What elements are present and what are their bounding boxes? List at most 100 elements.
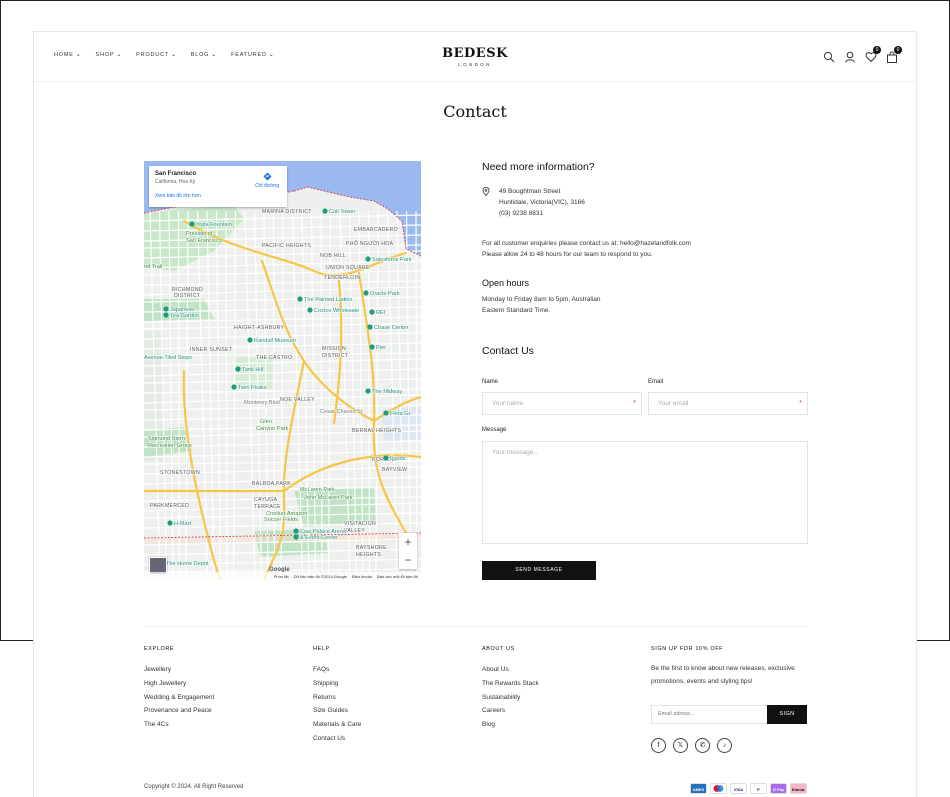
map-pin-icon[interactable] xyxy=(163,306,169,312)
map-poi-label[interactable]: Flora Gr xyxy=(390,411,412,418)
footer-link[interactable]: Shipping xyxy=(313,677,361,691)
map-pin-icon[interactable] xyxy=(247,337,253,343)
map-poi-label[interactable]: Avenue Tiled Steps xyxy=(144,355,193,362)
map-report-link[interactable]: Báo cáo một lỗi bản đồ xyxy=(377,574,418,579)
newsletter-sign-button[interactable]: SIGN xyxy=(767,705,807,724)
nav-product[interactable]: PRODUCT ⌄ xyxy=(136,52,177,58)
chevron-down-icon: ⌄ xyxy=(211,52,218,58)
footer-link[interactable]: Contact Us xyxy=(313,732,361,746)
footer-link[interactable]: Returns xyxy=(313,691,361,705)
footer-link[interactable]: About Us xyxy=(482,663,539,677)
window-edge xyxy=(0,0,950,1)
map-poi-label[interactable]: Salesforce Park xyxy=(372,257,413,264)
map-pin-icon[interactable] xyxy=(235,366,241,372)
map-poi-label[interactable]: The Home Depot xyxy=(166,561,210,568)
map-poi-label[interactable]: REI xyxy=(376,310,387,317)
map-poi-label[interactable]: Yoda Fountain xyxy=(196,222,233,229)
map-pin-icon[interactable] xyxy=(365,256,371,262)
zoom-out-button[interactable]: − xyxy=(399,551,417,569)
map-pin-icon[interactable] xyxy=(369,344,375,350)
tiktok-icon[interactable]: ♪ xyxy=(717,738,732,753)
map-pin-icon[interactable] xyxy=(297,296,303,302)
map-area-label: Presidio of xyxy=(186,231,213,237)
email-field[interactable]: Your email * xyxy=(648,392,808,415)
user-icon[interactable] xyxy=(844,50,856,63)
map-poi-label[interactable]: Randall Museum xyxy=(254,338,297,345)
footer-link[interactable]: The 4Cs xyxy=(144,718,214,732)
message-field[interactable]: Your message... xyxy=(482,441,808,544)
map-pin-icon[interactable] xyxy=(322,208,328,214)
map-pin-icon[interactable] xyxy=(367,324,373,330)
map-pin-icon[interactable] xyxy=(369,309,375,315)
footer-link[interactable]: Size Guides xyxy=(313,704,361,718)
footer-link[interactable]: Blog xyxy=(482,718,539,732)
map-pin-icon[interactable] xyxy=(231,384,237,390)
map-area-label: HAIGHT-ASHBURY xyxy=(234,325,284,331)
map-pin-icon[interactable] xyxy=(307,307,313,313)
wishlist-button[interactable]: 0 xyxy=(865,46,881,63)
map-area-label: VISITACION xyxy=(344,521,376,527)
whatsapp-icon[interactable]: ✆ xyxy=(695,738,710,753)
map-poi-label[interactable]: Tea Garden xyxy=(170,313,200,320)
map-area-label: MISSION xyxy=(322,346,346,352)
map-poi-label[interactable]: & Event Center xyxy=(300,535,339,542)
directions-link[interactable]: Chỉ đường xyxy=(255,172,279,189)
map-poi-label[interactable]: Coit Tower xyxy=(329,209,356,216)
nav-label: PRODUCT xyxy=(136,52,169,58)
footer-link[interactable]: Jewellery xyxy=(144,663,214,677)
footer-link[interactable]: Provenance and Peace xyxy=(144,704,214,718)
map-pin-icon[interactable] xyxy=(293,528,299,534)
map-shortcuts-link[interactable]: Phím tắt xyxy=(274,574,289,579)
nav-shop[interactable]: SHOP ⌄ xyxy=(96,52,123,58)
cart-button[interactable]: 0 xyxy=(886,46,902,63)
nav-featured[interactable]: FEATURED ⌄ xyxy=(231,52,274,58)
map-poi-label[interactable]: Twin Peaks xyxy=(238,385,268,392)
footer-link[interactable]: FAQs xyxy=(313,663,361,677)
map-area-label: Monterey Blvd xyxy=(244,400,280,406)
map-poi-label[interactable]: H-Mart xyxy=(174,521,192,528)
map-canvas[interactable]: Yoda Fountain Presidio ofSan Francisco MAR… xyxy=(144,161,421,580)
footer-heading: EXPLORE xyxy=(144,646,175,652)
send-message-button[interactable]: SEND MESSAGE xyxy=(482,561,596,580)
map-area-label: EMBARCADERO xyxy=(354,227,398,233)
footer-link[interactable]: Careers xyxy=(482,704,539,718)
map-poi-label[interactable]: The Painted Ladies xyxy=(304,297,353,304)
footer-link[interactable]: Wedding & Engagement xyxy=(144,691,214,705)
bigger-map-link[interactable]: Xem bản đồ lớn hơn xyxy=(155,193,281,199)
map-pin-icon[interactable] xyxy=(293,534,299,540)
map-pin-icon[interactable] xyxy=(383,455,389,461)
map-poi-label[interactable]: Pier xyxy=(376,345,387,352)
brand-logo[interactable]: BEDESK LONDON xyxy=(442,46,508,67)
map-poi-label[interactable]: Oracle Park xyxy=(370,291,401,298)
map-pin-icon[interactable] xyxy=(363,290,369,296)
embedded-map[interactable]: Yoda Fountain Presidio of San Francisco MAR… xyxy=(144,161,421,580)
map-poi-label[interactable]: Costco Wholesale xyxy=(314,308,360,315)
map-poi-label[interactable]: Foods xyxy=(390,456,407,463)
footer-link[interactable]: Sustainability xyxy=(482,691,539,705)
name-field[interactable]: Your name * xyxy=(482,392,642,415)
zoom-in-button[interactable]: + xyxy=(399,533,417,551)
map-pin-icon[interactable] xyxy=(163,312,169,318)
brand-name: BEDESK xyxy=(442,46,508,61)
map-poi-label[interactable]: Tank Hill xyxy=(242,367,264,374)
newsletter-email-input[interactable]: Email adress... xyxy=(658,706,694,723)
nav-home[interactable]: HOME ⌄ xyxy=(54,52,82,58)
footer-link[interactable]: Materials & Care xyxy=(313,718,361,732)
x-icon[interactable]: 𝕏 xyxy=(673,738,688,753)
search-icon[interactable] xyxy=(823,50,835,63)
map-terms-link[interactable]: Điều khoản xyxy=(352,574,372,579)
map-pin-icon[interactable] xyxy=(167,520,173,526)
name-label: Name xyxy=(482,379,499,385)
map-pin-icon[interactable] xyxy=(383,410,389,416)
map-poi-label[interactable]: The Midway xyxy=(372,389,403,396)
footer-link[interactable]: The Rewards Stack xyxy=(482,677,539,691)
footer-link[interactable]: High Jewellery xyxy=(144,677,214,691)
map-pin-icon[interactable] xyxy=(365,388,371,394)
map-poi-label[interactable]: Chase Center xyxy=(374,325,410,332)
facebook-icon[interactable]: f xyxy=(651,738,666,753)
cart-count: 0 xyxy=(894,46,902,54)
map-area-label: BAYVIEW xyxy=(382,467,407,473)
map-pin-icon[interactable] xyxy=(189,221,195,227)
footer-signup: SIGN UP FOR 10% OFF Be the first to know… xyxy=(651,646,811,766)
nav-blog[interactable]: BLOG ⌄ xyxy=(191,52,217,58)
